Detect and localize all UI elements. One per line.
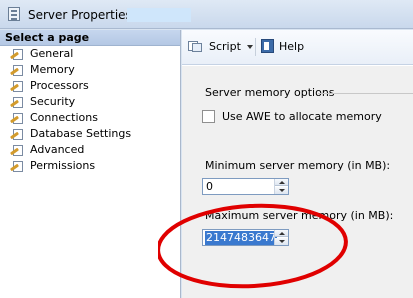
page-list: General Memory Processors Security Conne… — [0, 46, 180, 174]
page-wrench-icon — [9, 65, 24, 76]
page-item-general[interactable]: General — [0, 46, 180, 62]
page-item-label: Processors — [30, 79, 89, 92]
page-wrench-icon — [9, 129, 24, 140]
page-wrench-icon — [9, 81, 24, 92]
page-wrench-icon — [9, 161, 24, 172]
page-item-connections[interactable]: Connections — [0, 110, 180, 126]
min-memory-label: Minimum server memory (in MB): — [205, 159, 391, 172]
title-redaction — [127, 8, 191, 22]
toolbar: Script Help — [182, 30, 413, 65]
max-memory-input[interactable]: 2147483647 — [205, 231, 277, 245]
page-item-advanced[interactable]: Advanced — [0, 142, 180, 158]
page-selector-pane: Select a page General Memory Processors … — [0, 30, 181, 298]
page-item-label: Permissions — [30, 159, 96, 172]
min-memory-input[interactable]: 0 — [205, 180, 214, 194]
page-item-memory[interactable]: Memory — [0, 62, 180, 78]
max-memory-label: Maximum server memory (in MB): — [205, 209, 394, 222]
page-item-label: Security — [30, 95, 76, 108]
chevron-down-icon[interactable] — [247, 45, 253, 49]
toolbar-divider — [255, 38, 256, 56]
page-item-permissions[interactable]: Permissions — [0, 158, 180, 174]
page-item-label: Connections — [30, 111, 98, 124]
page-item-label: Advanced — [30, 143, 85, 156]
script-icon[interactable] — [188, 40, 202, 52]
spin-up-icon[interactable] — [275, 230, 288, 237]
properties-pane: Script Help Server memory options Use AW… — [182, 30, 413, 298]
help-button[interactable]: Help — [279, 40, 304, 53]
max-memory-spinner[interactable]: 2147483647 — [202, 229, 289, 246]
page-item-label: Memory — [30, 63, 75, 76]
spin-up-icon[interactable] — [275, 179, 288, 186]
page-wrench-icon — [9, 113, 24, 124]
page-item-database-settings[interactable]: Database Settings — [0, 126, 180, 142]
select-page-header: Select a page — [0, 30, 180, 46]
page-wrench-icon — [9, 145, 24, 156]
window-title: Server Properties - — [28, 8, 140, 22]
group-divider — [318, 93, 413, 94]
title-bar: Server Properties - — [0, 0, 413, 29]
spin-down-icon[interactable] — [275, 238, 288, 245]
server-properties-window: Server Properties - Select a page Genera… — [0, 0, 413, 298]
page-item-label: General — [30, 47, 74, 60]
help-icon[interactable] — [261, 39, 274, 53]
memory-settings-panel: Server memory options Use AWE to allocat… — [182, 66, 413, 298]
use-awe-label[interactable]: Use AWE to allocate memory — [222, 110, 382, 123]
page-item-security[interactable]: Security — [0, 94, 180, 110]
spin-down-icon[interactable] — [275, 187, 288, 194]
page-wrench-icon — [9, 49, 24, 60]
server-properties-icon — [8, 7, 20, 21]
page-item-processors[interactable]: Processors — [0, 78, 180, 94]
min-memory-spinner[interactable]: 0 — [202, 178, 289, 195]
server-memory-options-title: Server memory options — [205, 86, 335, 99]
max-memory-spin-buttons — [274, 230, 288, 245]
script-button[interactable]: Script — [209, 40, 241, 53]
min-memory-spin-buttons — [274, 179, 288, 194]
use-awe-checkbox[interactable] — [202, 110, 215, 123]
page-wrench-icon — [9, 97, 24, 108]
page-item-label: Database Settings — [30, 127, 132, 140]
